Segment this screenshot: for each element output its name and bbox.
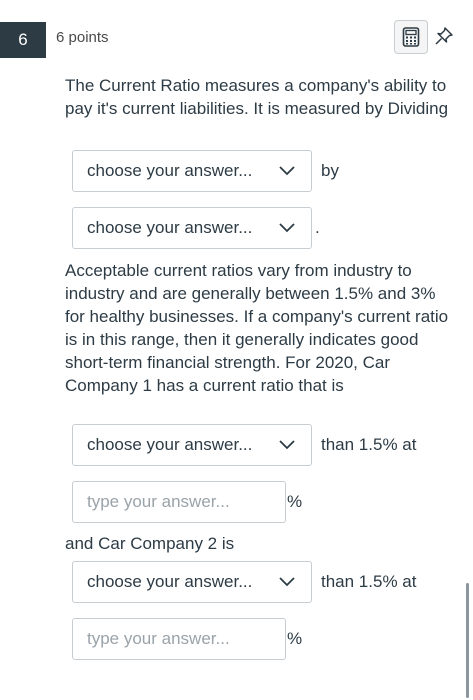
chevron-down-icon — [279, 219, 297, 237]
points-label: 6 points — [56, 29, 109, 46]
question-number: 6 — [0, 22, 46, 58]
numerator-select[interactable]: choose your answer... — [72, 150, 312, 192]
select-value: choose your answer... — [87, 218, 253, 237]
denominator-select[interactable]: choose your answer... — [72, 207, 312, 249]
company1-ratio-input[interactable] — [72, 481, 286, 523]
select-value: choose your answer... — [87, 161, 253, 180]
than-label-2: than 1.5% at — [321, 572, 417, 591]
select-value: choose your answer... — [87, 435, 253, 454]
chevron-down-icon — [279, 162, 297, 180]
company2-ratio-input[interactable] — [72, 618, 286, 660]
than-label-1: than 1.5% at — [321, 435, 417, 454]
pin-icon — [435, 27, 453, 45]
pin-button[interactable] — [432, 24, 456, 48]
percent-label-1: % — [287, 492, 303, 511]
scrollbar[interactable] — [466, 583, 469, 698]
select-value: choose your answer... — [87, 572, 253, 591]
company1-comparison-select[interactable]: choose your answer... — [72, 424, 312, 466]
by-label: by — [321, 161, 339, 180]
period-label: . — [315, 218, 320, 237]
calculator-icon — [402, 27, 420, 47]
question-text-2: Acceptable current ratios vary from indu… — [65, 261, 449, 395]
chevron-down-icon — [279, 573, 297, 591]
chevron-down-icon — [279, 436, 297, 454]
company2-comparison-select[interactable]: choose your answer... — [72, 561, 312, 603]
calculator-button[interactable] — [394, 20, 428, 54]
company2-label: and Car Company 2 is — [65, 534, 235, 553]
percent-label-2: % — [287, 629, 303, 648]
question-text-1: The Current Ratio measures a company's a… — [65, 76, 449, 118]
